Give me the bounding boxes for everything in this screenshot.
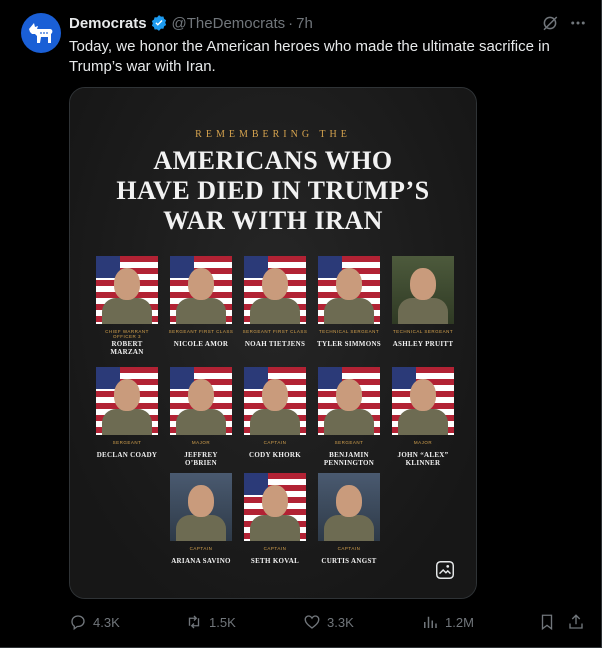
portrait-photo [170, 256, 232, 324]
avatar[interactable] [21, 13, 61, 53]
rank-label: CAPTAIN [263, 546, 287, 551]
rank-label: CAPTAIN [189, 546, 213, 551]
person-name: ROBERT MARZAN [110, 340, 144, 356]
portrait-photo [318, 256, 380, 324]
person-name: ASHLEY PRUITT [392, 340, 454, 348]
bookmark-icon [541, 614, 553, 631]
bookmark-button[interactable] [538, 613, 562, 631]
reply-count: 4.3K [93, 614, 120, 630]
person-name: CURTIS ANGST [321, 557, 377, 565]
rank-label: SERGEANT FIRST CLASS [168, 329, 234, 334]
portrait-photo [244, 473, 306, 541]
alt-text-icon[interactable] [434, 559, 456, 581]
share-button[interactable] [567, 613, 591, 631]
donkey-logo-icon [29, 23, 53, 43]
more-icon[interactable] [568, 14, 588, 32]
portrait-photo [392, 367, 454, 435]
person-name: BENJAMIN PENNINGTON [323, 451, 375, 467]
person-name: CODY KHORK [249, 451, 301, 459]
portrait-photo [170, 473, 232, 541]
grok-icon[interactable] [541, 14, 559, 32]
headline-line: AMERICANS WHO [153, 146, 393, 175]
repost-icon [188, 615, 200, 629]
tweet-text: Today, we honor the American heroes who … [69, 38, 550, 75]
memorial-card: CAPTAIN CODY KHORK [242, 367, 308, 459]
portrait-photo [244, 367, 306, 435]
person-name: JEFFREY O’BRIEN [184, 451, 218, 467]
person-name: SETH KOVAL [250, 557, 300, 565]
tweet-actions: 4.3K 1.5K 3.3K 1.2M [69, 613, 589, 633]
headline-line: WAR WITH IRAN [163, 206, 383, 235]
reply-button[interactable]: 4.3K [69, 613, 120, 631]
rank-label: MAJOR [413, 440, 433, 445]
memorial-card: TECHNICAL SERGEANT TYLER SIMMONS [316, 256, 382, 348]
rank-label: TECHNICAL SERGEANT [318, 329, 380, 334]
portrait-photo [318, 367, 380, 435]
like-button[interactable]: 3.3K [303, 613, 354, 631]
memorial-card: CAPTAIN CURTIS ANGST [316, 473, 382, 565]
portrait-photo [96, 256, 158, 324]
person-name: DECLAN COADY [96, 451, 158, 459]
separator: · [288, 14, 294, 32]
views-button[interactable]: 1.2M [421, 613, 474, 631]
timestamp[interactable]: 7h [296, 15, 313, 32]
handle[interactable]: @TheDemocrats [172, 15, 286, 32]
display-name[interactable]: Democrats [69, 15, 147, 32]
verified-badge-icon [150, 14, 168, 32]
image-kicker: REMEMBERING THE [195, 129, 351, 140]
image-headline: AMERICANS WHO HAVE DIED IN TRUMP’S WAR W… [70, 146, 476, 236]
person-name: JOHN “ALEX” KLINNER [397, 451, 449, 467]
rank-label: MAJOR [191, 440, 211, 445]
portrait-photo [318, 473, 380, 541]
memorial-card: CAPTAIN SETH KOVAL [242, 473, 308, 565]
like-count: 3.3K [327, 614, 354, 630]
rank-label: SERGEANT [334, 440, 364, 445]
person-name: TYLER SIMMONS [317, 340, 381, 348]
rank-label: CAPTAIN [337, 546, 361, 551]
tweet-image[interactable]: REMEMBERING THE AMERICANS WHO HAVE DIED … [69, 87, 477, 599]
tweet-header: Democrats @TheDemocrats · 7h [69, 14, 313, 32]
portrait-photo [170, 367, 232, 435]
memorial-card: TECHNICAL SERGEANT ASHLEY PRUITT [390, 256, 456, 348]
memorial-card: MAJOR JEFFREY O’BRIEN [168, 367, 234, 467]
person-name: NOAH TIETJENS [244, 340, 306, 348]
rank-label: SERGEANT [112, 440, 142, 445]
memorial-card: MAJOR JOHN “ALEX” KLINNER [390, 367, 456, 467]
repost-button[interactable]: 1.5K [185, 613, 236, 631]
memorial-card: CHIEF WARRANT OFFICER 3 ROBERT MARZAN [94, 256, 160, 356]
portrait-photo [244, 256, 306, 324]
portrait-photo [392, 256, 454, 324]
memorial-card: CAPTAIN ARIANA SAVINO [168, 473, 234, 565]
memorial-card: SERGEANT FIRST CLASS NICOLE AMOR [168, 256, 234, 348]
person-name: NICOLE AMOR [173, 340, 229, 348]
memorial-card: SERGEANT DECLAN COADY [94, 367, 160, 459]
rank-label: TECHNICAL SERGEANT [392, 329, 454, 334]
memorial-card: SERGEANT FIRST CLASS NOAH TIETJENS [242, 256, 308, 348]
share-icon [569, 614, 583, 629]
tweet[interactable]: Democrats @TheDemocrats · 7h Today, we h… [0, 0, 602, 648]
person-name: ARIANA SAVINO [171, 557, 231, 565]
rank-label: SERGEANT FIRST CLASS [242, 329, 308, 334]
views-icon [424, 616, 437, 628]
portrait-photo [96, 367, 158, 435]
views-count: 1.2M [445, 614, 474, 630]
rank-label: CAPTAIN [263, 440, 287, 445]
memorial-card: SERGEANT BENJAMIN PENNINGTON [316, 367, 382, 467]
rank-label: CHIEF WARRANT OFFICER 3 [105, 329, 149, 339]
headline-line: HAVE DIED IN TRUMP’S [116, 176, 430, 205]
reply-icon [71, 615, 85, 631]
heart-icon [304, 615, 320, 629]
repost-count: 1.5K [209, 614, 236, 630]
